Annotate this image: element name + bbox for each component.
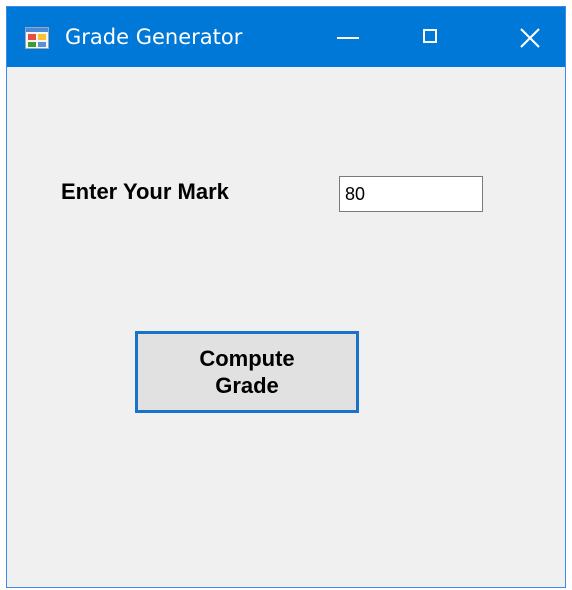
mark-input[interactable]: [339, 176, 483, 212]
mark-label: Enter Your Mark: [61, 179, 229, 204]
form-app-icon: [25, 27, 49, 49]
maximize-icon: [423, 29, 437, 43]
maximize-button[interactable]: [397, 7, 467, 67]
app-window: Grade Generator Enter Your Mark Compute …: [6, 6, 566, 588]
close-button[interactable]: [495, 7, 565, 67]
close-icon: [519, 27, 541, 49]
window-title: Grade Generator: [65, 25, 243, 49]
title-bar[interactable]: Grade Generator: [7, 7, 565, 67]
minimize-button[interactable]: [313, 7, 383, 67]
compute-grade-button[interactable]: Compute Grade: [135, 331, 359, 413]
minimize-icon: [337, 37, 359, 39]
